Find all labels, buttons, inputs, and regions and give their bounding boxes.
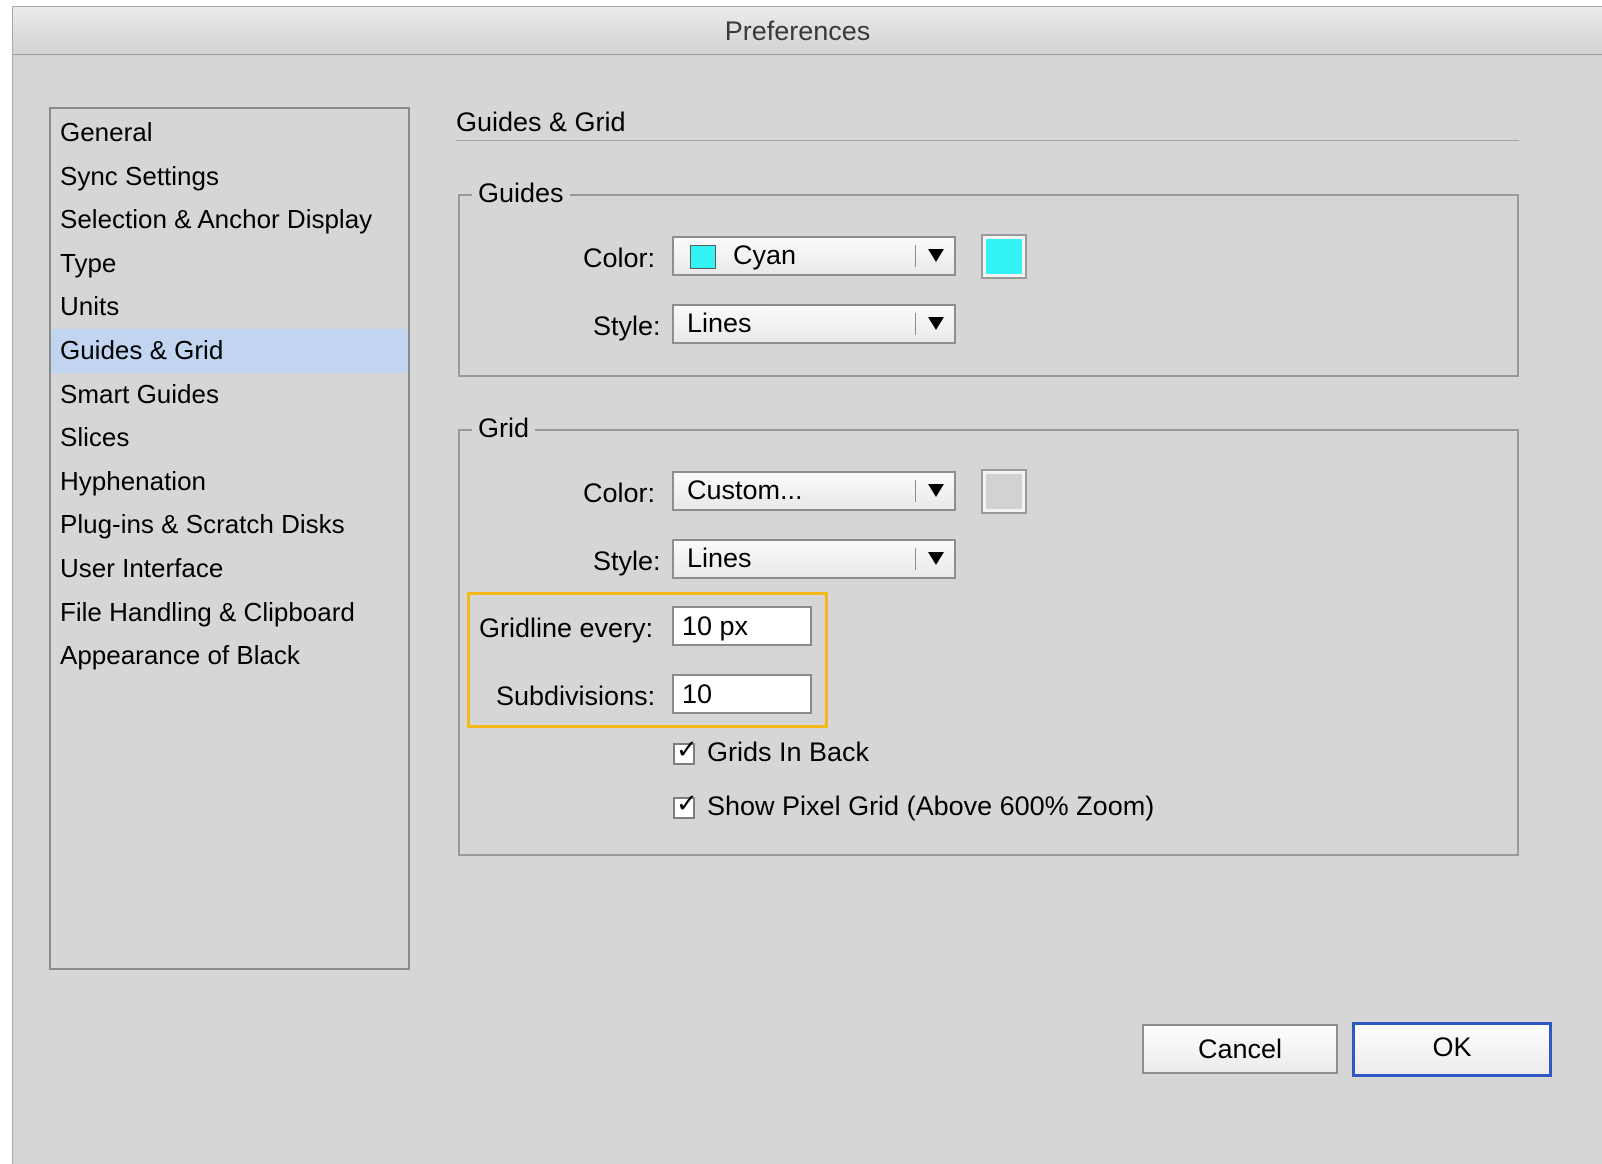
grids-in-back-checkbox[interactable]: ✓ bbox=[673, 737, 698, 765]
guides-color-fill bbox=[986, 239, 1022, 274]
grid-color-label: Color: bbox=[583, 478, 656, 508]
window-title: Preferences bbox=[724, 16, 871, 46]
grids-in-back-label: Grids In Back bbox=[707, 737, 870, 767]
subdivisions-input[interactable] bbox=[674, 676, 810, 712]
sidebar-item-units[interactable]: Units bbox=[51, 285, 408, 329]
subdivisions-field[interactable] bbox=[672, 674, 812, 714]
guides-group: Guides bbox=[458, 175, 1519, 377]
gridline-every-field[interactable] bbox=[672, 606, 812, 646]
triangle-down-icon bbox=[928, 484, 944, 497]
sidebar-item-user-interface[interactable]: User Interface bbox=[51, 547, 408, 591]
dropdown-separator bbox=[915, 245, 916, 267]
guides-color-swatch[interactable] bbox=[981, 234, 1027, 279]
triangle-down-icon bbox=[928, 317, 944, 330]
subdivisions-label: Subdivisions: bbox=[496, 681, 656, 711]
grid-color-fill bbox=[986, 474, 1022, 509]
grids-in-back-row[interactable]: ✓ Grids In Back bbox=[673, 737, 913, 772]
grid-style-value: Lines bbox=[687, 543, 752, 573]
gridline-every-input[interactable] bbox=[674, 608, 810, 644]
sidebar-item-file-handling-clipboard[interactable]: File Handling & Clipboard bbox=[51, 591, 408, 635]
grid-color-swatch[interactable] bbox=[981, 469, 1027, 514]
grid-color-value: Custom... bbox=[687, 475, 803, 505]
grid-style-dropdown[interactable]: Lines bbox=[672, 539, 956, 579]
checkmark-icon: ✓ bbox=[676, 789, 698, 819]
sidebar-item-appearance-of-black[interactable]: Appearance of Black bbox=[51, 634, 408, 678]
guides-style-label: Style: bbox=[593, 311, 661, 341]
section-heading: Guides & Grid bbox=[456, 107, 626, 137]
show-pixel-grid-row[interactable]: ✓ Show Pixel Grid (Above 600% Zoom) bbox=[673, 791, 1193, 826]
heading-divider bbox=[456, 140, 1519, 141]
sidebar-item-selection-anchor-display[interactable]: Selection & Anchor Display bbox=[51, 198, 408, 242]
guides-color-value: Cyan bbox=[733, 240, 797, 270]
dropdown-separator bbox=[915, 548, 916, 570]
guides-style-dropdown[interactable]: Lines bbox=[672, 304, 956, 344]
sidebar-item-guides-grid[interactable]: Guides & Grid bbox=[51, 328, 408, 373]
show-pixel-grid-label: Show Pixel Grid (Above 600% Zoom) bbox=[707, 791, 1155, 821]
show-pixel-grid-checkbox[interactable]: ✓ bbox=[673, 791, 698, 819]
checkmark-icon: ✓ bbox=[676, 735, 698, 765]
sidebar-item-smart-guides[interactable]: Smart Guides bbox=[51, 373, 408, 417]
guides-color-label: Color: bbox=[583, 243, 656, 273]
cancel-button[interactable]: Cancel bbox=[1142, 1024, 1338, 1074]
triangle-down-icon bbox=[928, 249, 944, 262]
triangle-down-icon bbox=[928, 552, 944, 565]
guides-style-value: Lines bbox=[687, 308, 752, 338]
dropdown-separator bbox=[915, 480, 916, 502]
cyan-swatch-icon bbox=[690, 245, 716, 269]
sidebar-item-type[interactable]: Type bbox=[51, 242, 408, 286]
sidebar-item-sync-settings[interactable]: Sync Settings bbox=[51, 155, 408, 199]
guides-legend: Guides bbox=[472, 175, 570, 211]
title-bar[interactable]: Preferences bbox=[13, 7, 1602, 55]
grid-color-dropdown[interactable]: Custom... bbox=[672, 471, 956, 511]
sidebar-item-general[interactable]: General bbox=[51, 111, 408, 155]
grid-legend: Grid bbox=[472, 410, 536, 446]
ok-button[interactable]: OK bbox=[1352, 1022, 1552, 1077]
dropdown-separator bbox=[915, 313, 916, 335]
grid-style-label: Style: bbox=[593, 546, 661, 576]
sidebar-item-plug-ins-scratch-disks[interactable]: Plug-ins & Scratch Disks bbox=[51, 503, 408, 547]
gridline-every-label: Gridline every: bbox=[479, 613, 654, 643]
guides-color-dropdown[interactable]: Cyan bbox=[672, 236, 956, 276]
category-list[interactable]: General Sync Settings Selection & Anchor D… bbox=[49, 107, 410, 970]
sidebar-item-slices[interactable]: Slices bbox=[51, 416, 408, 460]
sidebar-item-hyphenation[interactable]: Hyphenation bbox=[51, 460, 408, 504]
preferences-window: Preferences General Sync Settings Selectio… bbox=[12, 6, 1602, 1164]
